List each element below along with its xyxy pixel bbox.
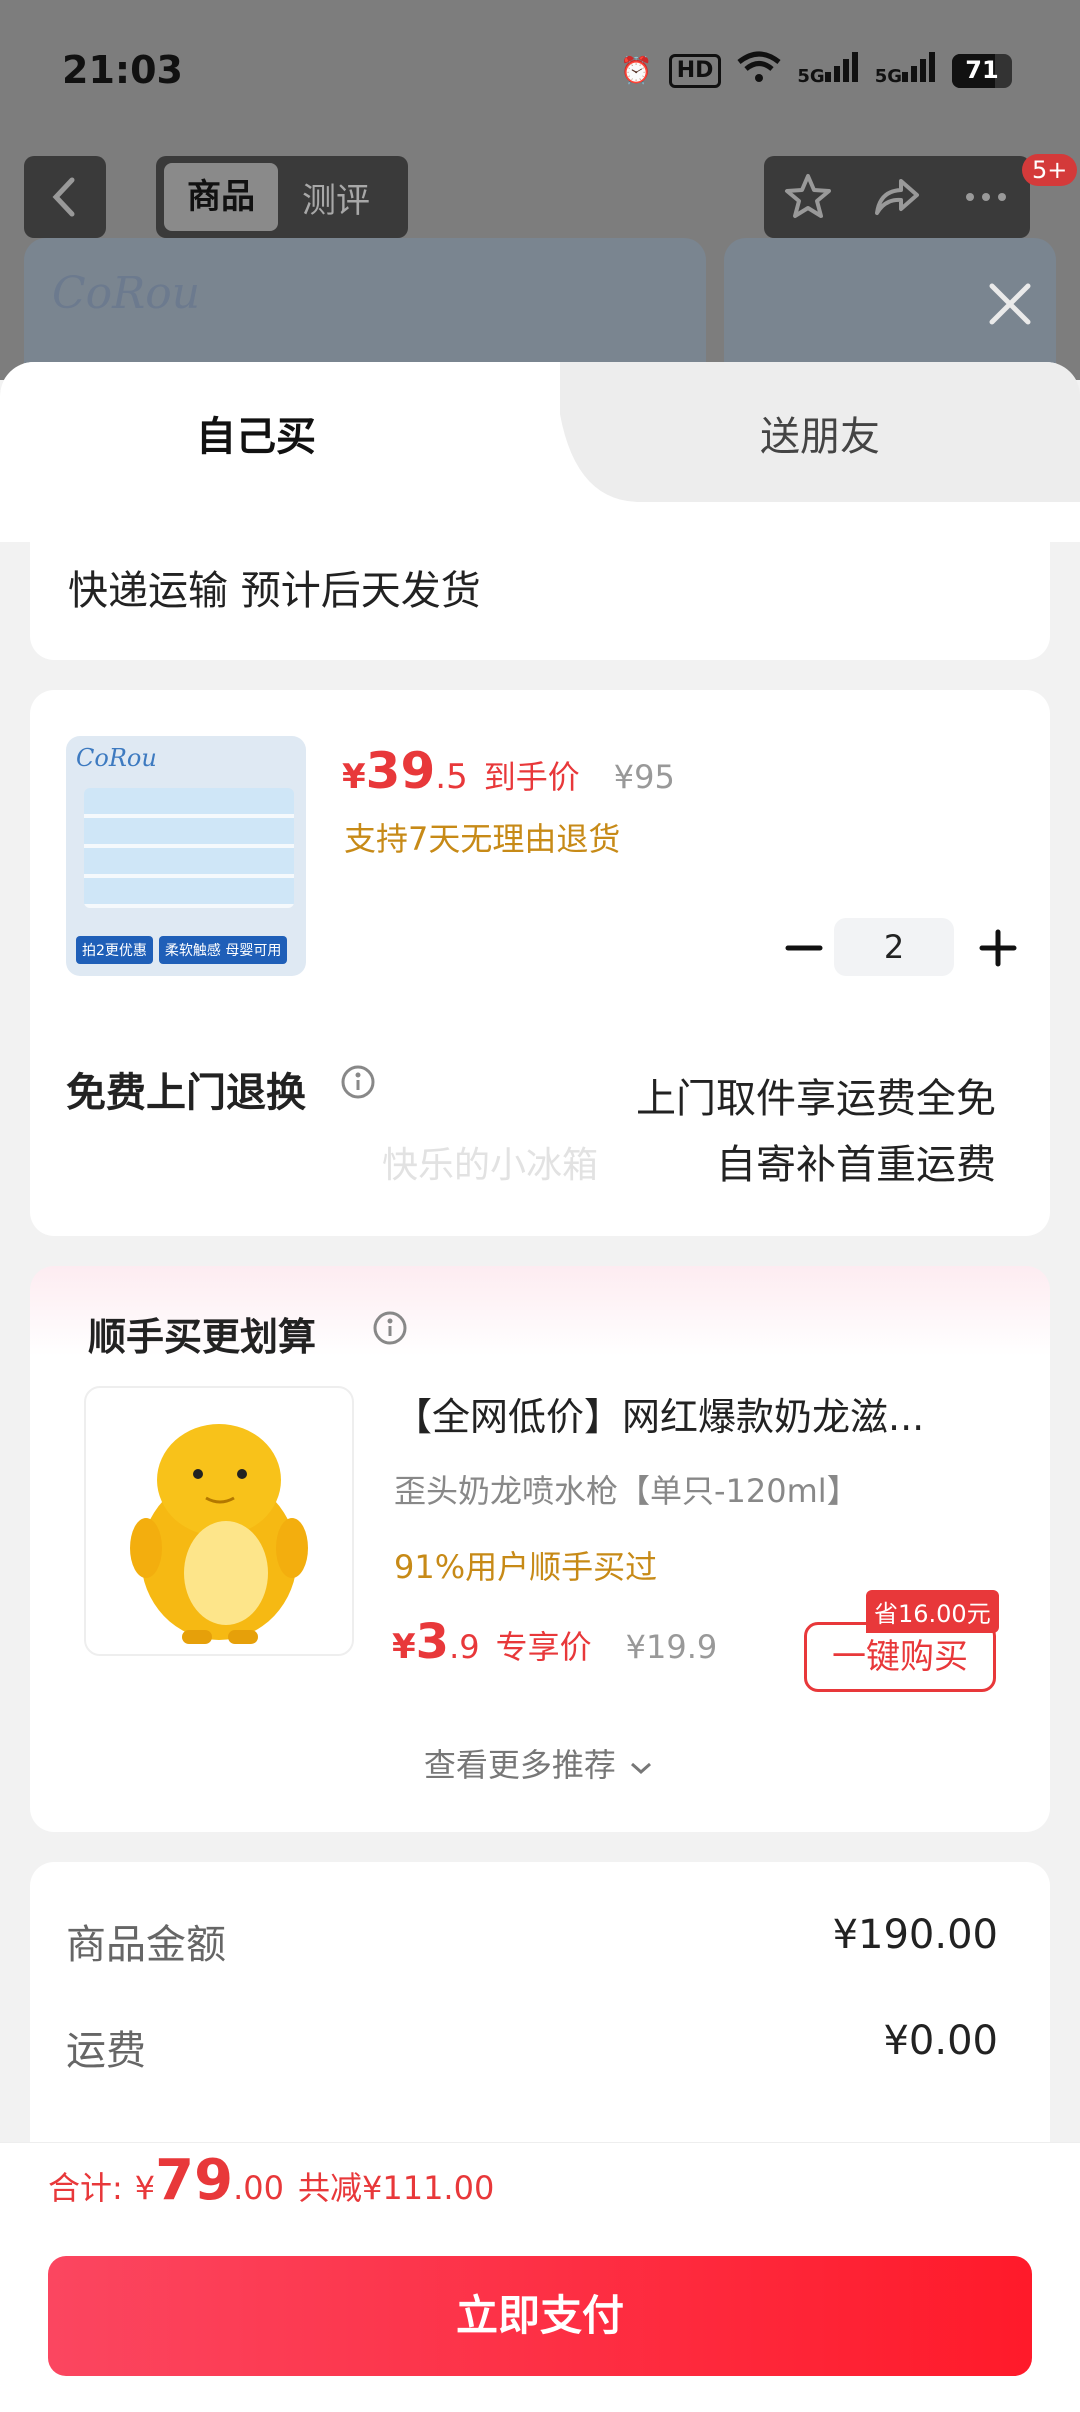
status-time: 21:03 — [62, 48, 183, 92]
price-symbol: ¥ — [342, 757, 366, 797]
thumb-tags: 拍2更优惠 柔软触感 母婴可用 — [76, 936, 288, 964]
recommend-thumbnail[interactable] — [84, 1386, 354, 1656]
shipping-fee-value: ¥0.00 — [883, 2018, 998, 2064]
header-actions — [764, 156, 1030, 238]
nailong-toy-image — [130, 1424, 308, 1644]
total-price: 合计: ¥ 79 .00 共减¥111.00 — [48, 2148, 494, 2213]
watermark: 快乐的小冰箱 — [382, 1145, 599, 1186]
original-price: ¥95 — [613, 758, 675, 796]
message-badge: 5+ — [1022, 154, 1078, 186]
signal-icon-2: 5G — [875, 52, 936, 89]
battery-icon: 71 — [952, 53, 1012, 88]
tab-self-buy[interactable]: 自己买 — [196, 404, 316, 462]
recommend-item-spec: 歪头奶龙喷水枪【单只-120ml】 — [394, 1472, 859, 1510]
goods-amount-value: ¥190.00 — [832, 1912, 998, 1958]
total-integer: 79 — [155, 2148, 234, 2213]
brand-logo: CoRou — [52, 268, 201, 319]
info-icon — [341, 1065, 375, 1099]
chevron-down-icon — [626, 1748, 656, 1786]
goods-amount-label: 商品金额 — [66, 1922, 226, 1968]
share-icon[interactable] — [871, 171, 923, 223]
quantity-input[interactable]: 2 — [834, 918, 954, 976]
tab-gift-friend[interactable]: 送朋友 — [760, 404, 880, 462]
total-decimal: .00 — [233, 2169, 284, 2207]
info-icon — [373, 1311, 407, 1345]
info-button[interactable] — [338, 1062, 378, 1102]
signal-icon-1: 5G — [797, 52, 858, 89]
decrease-quantity-button[interactable] — [776, 920, 832, 976]
recommend-social-proof: 91%用户顺手买过 — [394, 1548, 658, 1586]
original-price: ¥19.9 — [625, 1628, 718, 1666]
summary-card: 商品金额 ¥190.00 运费 ¥0.00 — [30, 1862, 1050, 2182]
background-page: 21:03 ⏰ HD 5G 5G 71 商品 测评 5+ CoRou — [0, 0, 1080, 398]
star-icon[interactable] — [782, 171, 834, 223]
close-button[interactable] — [978, 272, 1042, 336]
tab-goods[interactable]: 商品 — [164, 163, 278, 231]
back-arrow-icon — [52, 177, 75, 217]
alarm-icon: ⏰ — [620, 55, 653, 86]
plus-icon — [979, 929, 1017, 967]
price-tag: 到手价 — [483, 758, 580, 796]
shipping-info: 快递运输 预计后天发货 — [68, 568, 481, 614]
wifi-icon — [737, 50, 781, 91]
segment-control: 商品 测评 — [156, 156, 408, 238]
tab-self-curve — [480, 362, 640, 502]
price-integer: 3 — [415, 1614, 450, 1670]
thumb-tag-2: 柔软触感 母婴可用 — [158, 936, 288, 964]
minus-icon — [785, 945, 823, 951]
thumb-tag-1: 拍2更优惠 — [76, 936, 153, 964]
status-icons: ⏰ HD 5G 5G 71 — [620, 50, 1012, 91]
total-discount: 共减¥111.00 — [297, 2169, 495, 2207]
thumb-brand: CoRou — [76, 744, 157, 772]
recommend-title: 顺手买更划算 — [88, 1315, 317, 1359]
hd-icon: HD — [668, 53, 722, 88]
price-tag: 专享价 — [495, 1628, 592, 1666]
total-symbol: ¥ — [134, 2169, 156, 2207]
back-button[interactable] — [24, 156, 106, 238]
more-icon[interactable] — [960, 171, 1012, 223]
product-card: CoRou 拍2更优惠 柔软触感 母婴可用 ¥ 39 .5 到手价 ¥95 支持… — [30, 690, 1050, 1236]
see-more-button[interactable]: 查看更多推荐 — [30, 1740, 1050, 1786]
free-return-line1: 上门取件享运费全免 — [636, 1076, 996, 1122]
product-thumbnail[interactable]: CoRou 拍2更优惠 柔软触感 母婴可用 — [66, 736, 306, 976]
free-return-title: 免费上门退换 — [66, 1070, 306, 1116]
recommend-card: 顺手买更划算 【全网低价】网红爆款奶龙滋... 歪头奶龙喷水枪【单只-120ml… — [30, 1266, 1050, 1832]
price-decimal: .5 — [435, 757, 468, 797]
increase-quantity-button[interactable] — [970, 920, 1026, 976]
price-decimal: .9 — [449, 1628, 480, 1666]
recommend-price: ¥ 3 .9 专享价 ¥19.9 — [392, 1614, 717, 1670]
shipping-card: 快递运输 预计后天发货 — [30, 502, 1050, 660]
pay-now-button[interactable]: 立即支付 — [48, 2256, 1032, 2376]
price-symbol: ¥ — [392, 1627, 416, 1667]
save-badge: 省16.00元 — [866, 1590, 999, 1633]
purchase-sheet: 自己买 送朋友 快递运输 预计后天发货 CoRou 拍2更优惠 柔软触感 母婴可… — [0, 362, 1080, 2412]
close-icon — [989, 283, 1031, 325]
shipping-fee-label: 运费 — [66, 2028, 146, 2074]
see-more-label: 查看更多推荐 — [423, 1746, 616, 1784]
product-price: ¥ 39 .5 到手价 ¥95 — [342, 742, 675, 800]
return-policy: 支持7天无理由退货 — [344, 820, 621, 858]
tissue-pack-image — [84, 788, 294, 908]
recommend-item-title[interactable]: 【全网低价】网红爆款奶龙滋... — [394, 1386, 1014, 1441]
tab-review[interactable]: 测评 — [302, 173, 370, 222]
recommend-info-button[interactable] — [370, 1308, 410, 1348]
price-integer: 39 — [365, 742, 436, 800]
total-label: 合计: — [48, 2169, 123, 2207]
